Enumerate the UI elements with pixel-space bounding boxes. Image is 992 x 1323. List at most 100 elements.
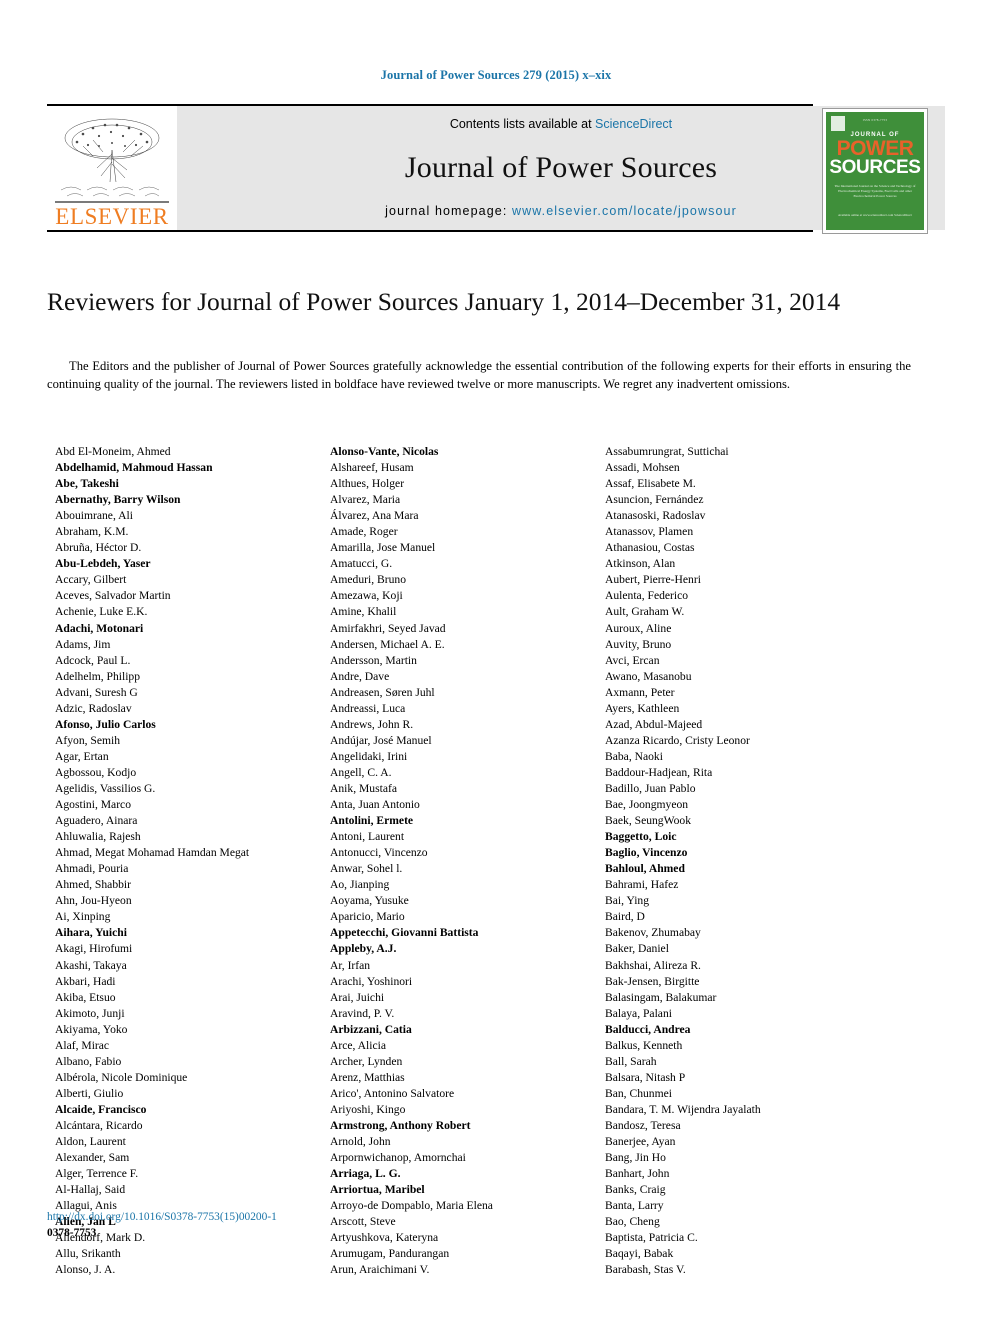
reviewer-name: Azad, Abdul-Majeed: [605, 717, 703, 731]
reviewer-name: Andrews, John R.: [330, 717, 414, 731]
reviewer-name: Adachi, Motonari: [55, 621, 144, 635]
reviewer-name: Antonucci, Vincenzo: [330, 846, 428, 860]
reviewer-name: Afonso, Julio Carlos: [55, 717, 156, 731]
reviewer-name: Agelidis, Vassilios G.: [55, 781, 156, 795]
reviewer-name: Adcock, Paul L.: [55, 653, 131, 667]
reviewer-name: Anwar, Sohel l.: [330, 862, 403, 876]
reviewer-name: Badillo, Juan Pablo: [605, 781, 696, 795]
elsevier-logo: ELSEVIER: [47, 106, 177, 230]
reviewer-name: Artyushkova, Kateryna: [330, 1231, 439, 1245]
reviewer-name: Bakenov, Zhumabay: [605, 926, 701, 940]
masthead-bottom-rule: [47, 230, 813, 232]
reviewer-name: Abd El-Moneim, Ahmed: [55, 445, 171, 458]
reviewer-name: Azanza Ricardo, Cristy Leonor: [605, 733, 750, 747]
reviewer-list-2: Alonso-Vante, Nicolas Alshareef, Husam Alt…: [330, 444, 605, 1278]
elsevier-wordmark: ELSEVIER: [55, 204, 169, 229]
reviewer-name: Atanasoski, Radoslav: [605, 509, 706, 523]
reviewer-name: Arriortua, Maribel: [330, 1183, 425, 1197]
reviewer-name: Bandara, T. M. Wijendra Jayalath: [605, 1102, 761, 1116]
reviewer-name: Achenie, Luke E.K.: [55, 605, 148, 619]
reviewer-name: Balasingam, Balakumar: [605, 990, 717, 1004]
reviewer-name: Abe, Takeshi: [55, 477, 119, 491]
reviewer-name: Atanassov, Plamen: [605, 525, 694, 539]
reviewer-name: Baker, Daniel: [605, 942, 669, 956]
reviewer-list-3: Assabumrungrat, Suttichai Assadi, Mohsen A…: [605, 444, 880, 1278]
reviewer-name: Banta, Larry: [605, 1199, 664, 1213]
reviewer-name: Alaf, Mirac: [55, 1038, 110, 1052]
sciencedirect-link[interactable]: ScienceDirect: [595, 117, 672, 131]
issn-text: 0378-7753: [47, 1227, 97, 1240]
reviewer-name: Bae, Joongmyeon: [605, 798, 689, 812]
reviewer-name: Ayers, Kathleen: [605, 701, 680, 715]
reviewer-name: Assadi, Mohsen: [605, 461, 680, 475]
reviewer-name: Ahmad, Megat Mohamad Hamdan Megat: [55, 846, 250, 860]
reviewer-name: Ai, Xinping: [55, 910, 111, 924]
reviewer-name: Arai, Juichi: [330, 990, 385, 1004]
reviewer-name: Barabash, Stas V.: [605, 1263, 686, 1277]
reviewer-name: Aubert, Pierre-Henri: [605, 573, 701, 587]
reviewer-name: Antolini, Ermete: [330, 814, 414, 828]
reviewer-list-1: Abd El-Moneim, Ahmed Abdelhamid, Mahmoud …: [55, 444, 330, 1278]
reviewer-name: Alcaide, Francisco: [55, 1102, 147, 1116]
reviewer-name: Andreasen, Søren Juhl: [330, 685, 435, 699]
reviewer-name: Akiba, Etsuo: [55, 990, 116, 1004]
reviewer-name: Baird, D: [605, 910, 645, 924]
reviewer-name: Allu, Srikanth: [55, 1247, 121, 1261]
reviewer-name: Alshareef, Husam: [330, 461, 414, 475]
cover-footer-text: Available online at www.sciencedirect.co…: [838, 213, 912, 218]
reviewer-name: Angelidaki, Irini: [330, 749, 408, 763]
reviewer-name: Bakhshai, Alireza R.: [605, 958, 701, 972]
reviewer-name: Aoyama, Yusuke: [330, 894, 409, 908]
cover-issn-line: ISSN 0378-7753: [862, 118, 888, 122]
reviewer-name: Bahloul, Ahmed: [605, 862, 685, 876]
reviewer-name: Baek, SeungWook: [605, 814, 692, 828]
reviewer-name: Auroux, Aline: [605, 621, 672, 635]
doi-link[interactable]: http://dx.doi.org/10.1016/S0378-7753(15)…: [47, 1209, 277, 1225]
contents-list-line: Contents lists available at ScienceDirec…: [450, 117, 672, 131]
reviewer-name: Andújar, José Manuel: [330, 733, 432, 747]
reviewer-name: Arce, Alicia: [330, 1038, 387, 1052]
reviewer-name: Bang, Jin Ho: [605, 1151, 666, 1165]
reviewer-name: Avci, Ercan: [605, 653, 660, 667]
reviewer-name: Abernathy, Barry Wilson: [55, 493, 181, 507]
intro-paragraph: The Editors and the publisher of Journal…: [47, 359, 911, 392]
reviewer-name: Adelhelm, Philipp: [55, 669, 141, 683]
reviewer-name: Aparicio, Mario: [330, 910, 405, 924]
reviewer-name: Baglio, Vincenzo: [605, 846, 688, 860]
reviewer-name: Arriaga, L. G.: [330, 1167, 401, 1181]
reviewer-name: Agostini, Marco: [55, 798, 131, 812]
reviewer-name: Awano, Masanobu: [605, 669, 692, 683]
reviewer-name: Arnold, John: [330, 1135, 391, 1149]
reviewer-name: Bak-Jensen, Birgitte: [605, 974, 700, 988]
journal-homepage-link[interactable]: www.elsevier.com/locate/jpowsour: [512, 204, 737, 218]
reviewer-name: Antoni, Laurent: [330, 830, 405, 844]
reviewer-name: Akagi, Hirofumi: [55, 942, 133, 956]
reviewer-name: Arenz, Matthias: [330, 1070, 405, 1084]
reviewer-name: Arico', Antonino Salvatore: [330, 1086, 455, 1100]
elsevier-tree-icon: [55, 118, 169, 203]
reviewer-name: Bao, Cheng: [605, 1215, 660, 1229]
reviewer-name: Albano, Fabio: [55, 1054, 122, 1068]
reviewer-name: Axmann, Peter: [605, 685, 675, 699]
journal-cover-thumbnail: ISSN 0378-7753 JOURNAL OF POWER SOURCES …: [822, 108, 928, 234]
reviewer-name: Arun, Araichimani V.: [330, 1263, 430, 1277]
contents-prefix-text: Contents lists available at: [449, 117, 596, 131]
homepage-prefix-text: journal homepage:: [385, 204, 512, 218]
reviewer-name: Adams, Jim: [55, 637, 111, 651]
reviewer-name: Ahmed, Shabbir: [55, 878, 131, 892]
reviewer-name: Assaf, Elisabete M.: [605, 477, 696, 491]
reviewer-name: Balsara, Nitash P: [605, 1070, 686, 1084]
journal-cover-art: ISSN 0378-7753 JOURNAL OF POWER SOURCES …: [826, 112, 924, 230]
reviewer-name: Arroyo-de Dompablo, Maria Elena: [330, 1199, 493, 1213]
reviewer-name: Adzic, Radoslav: [55, 701, 132, 715]
reviewer-name: Abruña, Héctor D.: [55, 541, 142, 555]
cover-power-text: POWER: [836, 137, 914, 160]
reviewer-name: Ameduri, Bruno: [330, 573, 406, 587]
reviewer-name: Amezawa, Koji: [330, 589, 403, 603]
reviewer-name: Aldon, Laurent: [55, 1135, 126, 1149]
reviewer-name: Afyon, Semih: [55, 733, 121, 747]
reviewer-name: Accary, Gilbert: [55, 573, 127, 587]
reviewer-name: Bahrami, Hafez: [605, 878, 679, 892]
reviewer-name: Aulenta, Federico: [605, 589, 689, 603]
reviewer-name: Andre, Dave: [330, 669, 390, 683]
